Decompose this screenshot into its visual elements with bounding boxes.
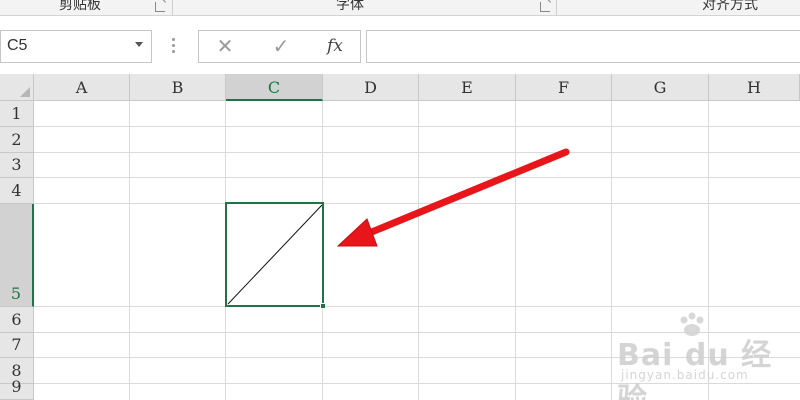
column-header-g[interactable]: G: [612, 74, 709, 101]
name-box[interactable]: C5: [0, 30, 152, 63]
fill-handle[interactable]: [320, 303, 326, 309]
row-header-5[interactable]: 5: [0, 204, 34, 307]
ribbon-group-font[interactable]: 字体: [290, 0, 410, 15]
column-header-b[interactable]: B: [130, 74, 226, 101]
insert-function-icon[interactable]: fx: [315, 31, 355, 62]
ribbon-separator: [172, 0, 173, 15]
row-header-7[interactable]: 7: [0, 333, 34, 358]
gridline: [34, 126, 800, 127]
column-header-a[interactable]: A: [34, 74, 130, 101]
gridline: [34, 177, 800, 178]
baidu-jingyan-watermark: Bai du 经验 jingyan.baidu.com: [615, 312, 800, 400]
font-launcher-icon[interactable]: [540, 2, 550, 12]
column-header-f[interactable]: F: [516, 74, 612, 101]
formula-buttons: ✕ ✓ fx: [198, 30, 361, 63]
formula-bar: C5 ✕ ✓ fx: [0, 16, 800, 74]
gridline: [34, 152, 800, 153]
select-all-button[interactable]: [0, 74, 34, 101]
ribbon-group-clipboard[interactable]: 剪贴板: [20, 0, 140, 15]
gridline: [611, 101, 612, 400]
row-header-3[interactable]: 3: [0, 153, 34, 178]
watermark-main-text: Bai du 经验: [617, 338, 773, 400]
watermark-url-text: jingyan.baidu.com: [621, 368, 749, 382]
drag-handle-icon[interactable]: [172, 38, 176, 54]
ribbon-groups: 剪贴板 字体 对齐方式: [0, 0, 800, 16]
column-header-c[interactable]: C: [226, 74, 323, 101]
chevron-down-icon[interactable]: [135, 42, 143, 47]
clipboard-launcher-icon[interactable]: [155, 2, 165, 12]
gridline: [418, 101, 419, 400]
gridline: [515, 101, 516, 400]
row-header-1[interactable]: 1: [0, 101, 34, 127]
gridline: [129, 101, 130, 400]
gridline: [34, 306, 800, 307]
formula-input[interactable]: [366, 30, 800, 63]
column-header-d[interactable]: D: [323, 74, 419, 101]
ribbon-group-alignment[interactable]: 对齐方式: [660, 0, 800, 15]
row-header-4[interactable]: 4: [0, 178, 34, 204]
diagonal-border-line: [227, 204, 322, 305]
name-box-value: C5: [7, 37, 28, 54]
column-header-e[interactable]: E: [419, 74, 516, 101]
gridline: [34, 203, 800, 204]
ribbon-separator: [556, 0, 557, 15]
enter-icon[interactable]: ✓: [261, 31, 301, 62]
row-header-9[interactable]: 9: [0, 377, 34, 400]
row-header-2[interactable]: 2: [0, 127, 34, 153]
column-header-h[interactable]: H: [709, 74, 800, 101]
active-cell-c5[interactable]: [225, 202, 326, 309]
cancel-icon[interactable]: ✕: [205, 31, 245, 62]
row-header-6[interactable]: 6: [0, 307, 34, 333]
